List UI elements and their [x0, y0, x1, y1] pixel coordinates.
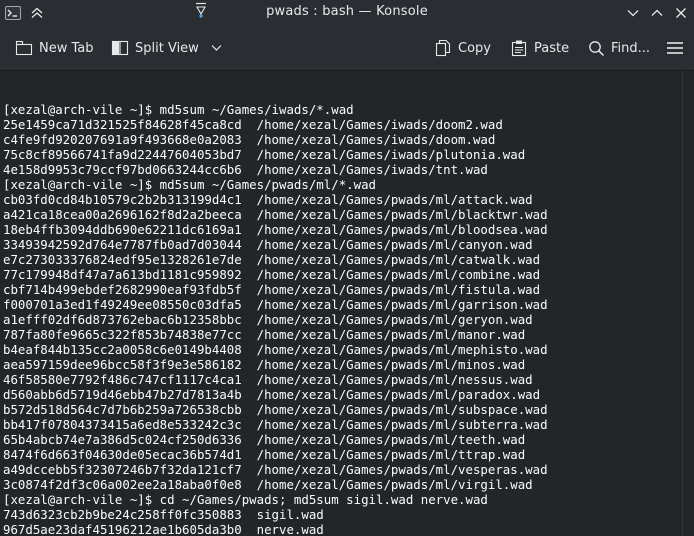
- terminal-line: f000701a3ed1f49249ee08550c03dfa5 /home/x…: [3, 297, 548, 312]
- window-title: pwads : bash — Konsole: [266, 4, 428, 19]
- title-bar: pwads : bash — Konsole: [0, 0, 694, 26]
- terminal-line: 3c0874f2df3c06a002ee2a18aba0f0e8 /home/x…: [3, 477, 533, 492]
- copy-button[interactable]: Copy: [434, 26, 491, 70]
- terminal-line: 75c8cf89566741fa9d22447604053bd7 /home/x…: [3, 147, 526, 162]
- terminal-line: a1efff02df6d873762ebac6b12358bbc /home/x…: [3, 312, 533, 327]
- konsole-window: pwads : bash — Konsole New Tab Split Vie…: [0, 0, 694, 536]
- terminal-line: b4eaf844b135cc2a0058c6e0149b4408 /home/x…: [3, 342, 548, 357]
- terminal-view[interactable]: [xezal@arch-vile ~]$ md5sum ~/Games/iwad…: [0, 71, 682, 536]
- new-tab-button[interactable]: New Tab: [15, 26, 94, 70]
- terminal-line: a49dccebb5f32307246b7f32da121cf7 /home/x…: [3, 462, 548, 477]
- toolbar: New Tab Split View Copy Paste Find...: [0, 26, 694, 71]
- terminal-line: 8474f6d663f04630de05ecac36b574d1 /home/x…: [3, 447, 526, 462]
- find-button[interactable]: Find...: [587, 26, 650, 70]
- chevron-down-icon[interactable]: [211, 44, 222, 52]
- paste-label: Paste: [534, 40, 570, 56]
- paste-button[interactable]: Paste: [510, 26, 569, 70]
- terminal-line: 18eb4ffb3094ddb690e62211dc6169a1 /home/x…: [3, 222, 548, 237]
- terminal-line: 743d6323cb2b9be24c258ff0fc350883 sigil.w…: [3, 507, 324, 522]
- copy-icon: [434, 39, 452, 57]
- split-view-button[interactable]: Split View: [111, 26, 222, 70]
- terminal-scrollbar[interactable]: [682, 71, 694, 536]
- split-view-label: Split View: [135, 40, 199, 56]
- terminal-line: [xezal@arch-vile ~]$ md5sum ~/Games/pwad…: [3, 177, 376, 192]
- terminal-line: e7c273033376824edf95e1328261e7de /home/x…: [3, 252, 541, 267]
- terminal-output: [xezal@arch-vile ~]$ md5sum ~/Games/iwad…: [3, 101, 682, 536]
- terminal-line: cbf714b499ebdef2682990eaf93fdb5f /home/x…: [3, 282, 541, 297]
- new-tab-icon: [15, 39, 33, 57]
- terminal-line: bb417f07804373415a6ed8e533242c3c /home/x…: [3, 417, 548, 432]
- hamburger-menu-icon: [666, 39, 684, 57]
- terminal-line: c4fe9fd920207691a9f493668e0a2083 /home/x…: [3, 132, 496, 147]
- maximize-icon[interactable]: [647, 3, 667, 23]
- terminal-line: cb03fd0cd84b10579c2b2b313199d4c1 /home/x…: [3, 192, 533, 207]
- terminal-line: 25e1459ca71d321525f84628f45ca8cd /home/x…: [3, 117, 503, 132]
- find-label: Find...: [611, 40, 651, 56]
- terminal-line: 33493942592d764e7787fb0ad7d03044 /home/x…: [3, 237, 533, 252]
- terminal-line: 46f58580e7792f486c747cf1117c4ca1 /home/x…: [3, 372, 533, 387]
- terminal-line: b572d518d564c7d7b6b259a726538cbb /home/x…: [3, 402, 548, 417]
- hamburger-menu-button[interactable]: [666, 26, 684, 70]
- paste-icon: [510, 39, 528, 57]
- terminal-line: 967d5ae23daf45196212ae1b605da3b0 nerve.w…: [3, 522, 324, 536]
- minimize-icon[interactable]: [623, 3, 643, 23]
- terminal-line: d560abb6d5719d46ebb47b27d7813a4b /home/x…: [3, 387, 541, 402]
- split-view-icon: [111, 39, 129, 57]
- terminal-line: aea597159dee96bcc58f3f9e3e586182 /home/x…: [3, 357, 526, 372]
- terminal-line: [xezal@arch-vile ~]$ md5sum ~/Games/iwad…: [3, 102, 354, 117]
- close-icon[interactable]: [671, 3, 691, 23]
- terminal-line: 77c179948df47a7a613bd1181c959892 /home/x…: [3, 267, 541, 282]
- terminal-line: 787fa80fe9665c322f853b74838e77cc /home/x…: [3, 327, 526, 342]
- copy-label: Copy: [458, 40, 491, 56]
- terminal-line: 65b4abcb74e7a386d5c024cf250d6336 /home/x…: [3, 432, 526, 447]
- new-tab-label: New Tab: [39, 40, 94, 56]
- terminal-line: [xezal@arch-vile ~]$ cd ~/Games/pwads; m…: [3, 492, 488, 507]
- terminal-line: a421ca18cea00a2696162f8d2a2beeca /home/x…: [3, 207, 548, 222]
- terminal-line: 4e158d9953c79ccf97bd0663244cc6b6 /home/x…: [3, 162, 488, 177]
- search-icon: [587, 39, 605, 57]
